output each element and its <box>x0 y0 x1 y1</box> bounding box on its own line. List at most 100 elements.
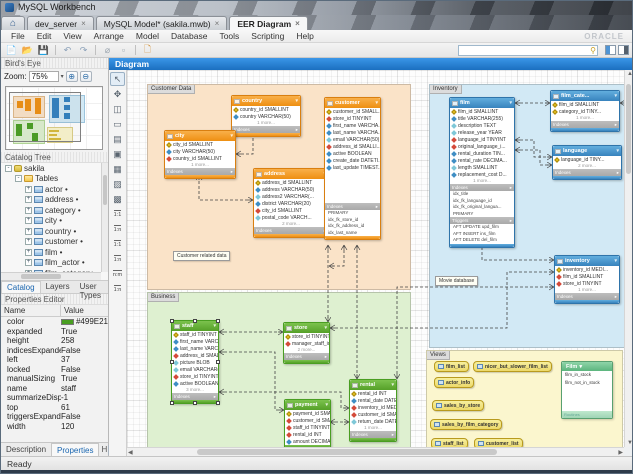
table-column[interactable]: store_id TINYINT <box>555 280 619 287</box>
section-indexes[interactable]: Indexes▸ <box>232 126 300 133</box>
relationship-connector[interactable] <box>219 352 284 410</box>
table-column[interactable]: rental_id INT <box>285 431 330 438</box>
table-column[interactable]: first_name VARCHA... <box>325 122 380 129</box>
collapse-icon[interactable]: ▾ <box>579 364 582 370</box>
open-folder-icon[interactable]: 📂 <box>21 44 34 56</box>
table-column[interactable]: address_id SMALL... <box>172 352 218 359</box>
table-column[interactable]: film_id SMALLINT <box>450 108 514 115</box>
table-column[interactable]: last_update TIMEST... <box>325 164 380 171</box>
table-rental[interactable]: rental▾rental_id INTrental_date DATE...i… <box>349 379 397 442</box>
table-header[interactable]: payment▾ <box>285 400 330 410</box>
relationship-connector[interactable] <box>329 245 344 266</box>
tree-item-category-[interactable]: +category • <box>1 205 108 216</box>
expand-section-icon[interactable]: ▸ <box>296 126 298 133</box>
tree-expander-icon[interactable]: + <box>25 280 32 281</box>
collapse-table-icon[interactable]: ▾ <box>295 98 298 104</box>
table-column[interactable]: active BOOLEAN <box>172 380 218 387</box>
table-header[interactable]: rental▾ <box>350 380 396 390</box>
table-column[interactable]: customer_id SMA... <box>350 411 396 418</box>
routine-group-tool-icon[interactable]: ▩ <box>110 192 125 206</box>
table-column[interactable]: postal_code VARCH... <box>254 214 328 221</box>
section-indexes[interactable]: Indexes▸ <box>325 203 380 210</box>
tree-expander-icon[interactable]: + <box>25 196 32 203</box>
table-column[interactable]: amount DECIMAL(... <box>285 438 330 445</box>
expand-section-icon[interactable]: ▸ <box>615 121 617 128</box>
home-tab[interactable]: ⌂ <box>1 16 25 30</box>
toggle-right-panel-icon[interactable] <box>618 45 629 55</box>
table-column[interactable]: country_id SMALLINT <box>232 106 300 113</box>
sidebar-tab-catalog[interactable]: Catalog <box>1 281 41 293</box>
table-inventory[interactable]: inventory▾inventory_id MEDI...film_id SM… <box>554 255 620 304</box>
selection-handle[interactable] <box>193 401 197 405</box>
property-row[interactable]: manualSizingTrue <box>1 374 108 384</box>
expand-section-icon[interactable]: ▸ <box>617 169 619 176</box>
table-tool-icon[interactable]: ▦ <box>110 162 125 176</box>
section-indexes[interactable]: Indexes▸ <box>553 169 621 176</box>
view-customer_list[interactable]: customer_list <box>474 438 523 447</box>
collapse-table-icon[interactable]: ▾ <box>213 323 216 329</box>
tab-properties[interactable]: Properties <box>51 443 99 456</box>
selection-handle[interactable] <box>216 401 220 405</box>
canvas-vertical-scrollbar[interactable]: ▲▼ <box>624 70 632 447</box>
section-indexes[interactable]: Indexes▸ <box>254 227 328 234</box>
view-sales_by_store[interactable]: sales_by_store <box>432 400 484 411</box>
routine-item[interactable]: film_in_stock <box>562 371 612 379</box>
table-column[interactable]: rental_date DATE... <box>350 397 396 404</box>
table-column[interactable]: language_id TINYINT <box>450 136 514 143</box>
selection-handle[interactable] <box>216 360 220 364</box>
table-store[interactable]: store▾store_id TINYINTmanager_staff_id .… <box>283 322 330 364</box>
tree-vertical-scrollbar[interactable] <box>101 163 108 272</box>
expand-section-icon[interactable]: ▸ <box>510 184 512 191</box>
property-row[interactable]: namestaff <box>1 384 108 394</box>
table-header[interactable]: country▾ <box>232 96 300 106</box>
section-indexes[interactable]: Indexes▸ <box>350 431 396 438</box>
table-header[interactable]: customer▾ <box>325 98 380 108</box>
table-language[interactable]: language▾language_id TINY...2 more...Ind… <box>552 145 622 180</box>
collapse-table-icon[interactable]: ▾ <box>509 100 512 106</box>
table-column[interactable]: email VARCHAR(50) <box>172 366 218 373</box>
table-column[interactable]: customer_id SMALL... <box>325 108 380 115</box>
doc-tab-dev_server[interactable]: dev_server× <box>27 16 94 30</box>
tree-item-tables[interactable]: -Tables <box>1 174 108 185</box>
property-row[interactable]: summarizeDisplay-1 <box>1 393 108 403</box>
table-column[interactable]: customer_id SMAL... <box>285 417 330 424</box>
table-film_category[interactable]: film_cate...▾film_id SMALLINTcategory_id… <box>550 90 620 132</box>
table-column[interactable]: length SMALLINT <box>450 164 514 171</box>
section-indexes[interactable]: Indexes▸ <box>172 393 218 400</box>
zoom-out-button[interactable]: ⊖ <box>80 71 92 82</box>
layer-tool-icon[interactable]: ▭ <box>110 117 125 131</box>
menu-database[interactable]: Database <box>165 31 213 41</box>
table-header[interactable]: address▾ <box>254 169 328 179</box>
property-row[interactable]: triggersExpandedFalse <box>1 412 108 422</box>
minimap-viewport[interactable] <box>9 92 81 142</box>
doc-tab-eer-diagram[interactable]: EER Diagram× <box>229 16 308 30</box>
table-column[interactable]: inventory_id MEDI... <box>350 404 396 411</box>
collapse-table-icon[interactable]: ▾ <box>614 93 617 99</box>
close-tab-icon[interactable]: × <box>295 19 300 28</box>
property-row[interactable]: lockedFalse <box>1 365 108 375</box>
view-tool-icon[interactable]: ▨ <box>110 177 125 191</box>
expand-section-icon[interactable]: ▸ <box>376 203 378 210</box>
routine-group-film[interactable]: Film▾film_in_stockfilm_not_in_stockRouti… <box>561 361 613 419</box>
table-column[interactable]: city_id SMALLINT <box>165 141 235 148</box>
table-column[interactable]: active BOOLEAN <box>325 150 380 157</box>
menu-view[interactable]: View <box>57 31 87 41</box>
table-header[interactable]: inventory▾ <box>555 256 619 266</box>
table-film[interactable]: film▾film_id SMALLINTtitle VARCHAR(255)d… <box>449 97 515 248</box>
table-column[interactable]: staff_id TINYINT <box>285 424 330 431</box>
table-column[interactable]: release_year YEAR <box>450 129 514 136</box>
rel-n-m-tool-icon[interactable]: n:m <box>110 267 125 281</box>
table-column[interactable]: picture BLOB <box>172 359 218 366</box>
property-row[interactable]: expandedTrue <box>1 327 108 337</box>
menu-tools[interactable]: Tools <box>213 31 245 41</box>
canvas-horizontal-scrollbar[interactable]: ◀▶ <box>127 447 624 456</box>
expand-section-icon[interactable]: ▸ <box>214 393 216 400</box>
section-indexes[interactable]: Indexes▸ <box>284 353 329 360</box>
table-column[interactable]: rental_duration TIN... <box>450 150 514 157</box>
property-row[interactable]: indicesExpandedFalse <box>1 346 108 356</box>
section-indexes[interactable]: Indexes▸ <box>555 293 619 300</box>
table-column[interactable]: last_name VARCH... <box>172 345 218 352</box>
property-row[interactable]: height258 <box>1 336 108 346</box>
table-header[interactable]: film▾ <box>450 98 514 108</box>
table-address[interactable]: address▾address_id SMALLINTaddress VARCH… <box>253 168 329 238</box>
